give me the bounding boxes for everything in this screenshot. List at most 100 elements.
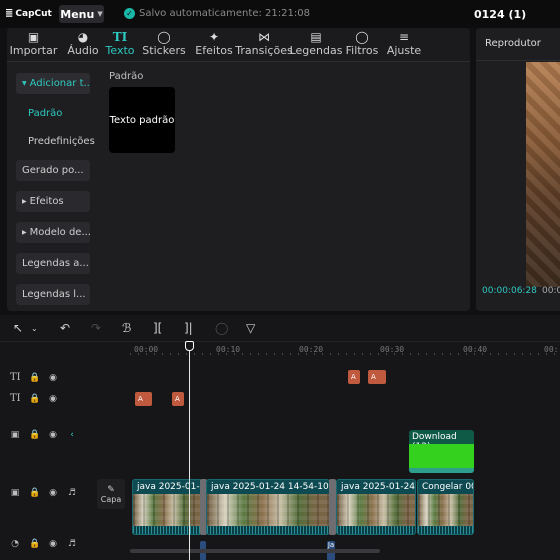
triangle-down-icon: ▼ — [22, 80, 27, 87]
default-text-card-label: Texto padrão — [109, 114, 175, 126]
timeline-scrollbar[interactable] — [130, 549, 380, 553]
lock-icon[interactable]: 🔒 — [29, 539, 40, 549]
menu-label: Menu — [60, 7, 95, 21]
tab-stickers-label: Stickers — [142, 44, 186, 57]
delete-right-icon[interactable]: ]| — [184, 321, 193, 335]
project-name[interactable]: 0124 (1) — [474, 8, 526, 21]
category-generated[interactable]: Gerado po... — [16, 160, 90, 181]
video-clip-waveform — [207, 526, 329, 534]
ruler-label: 00:10 — [216, 345, 241, 354]
section-title: Padrão — [109, 71, 144, 82]
video-clip-waveform — [418, 526, 473, 534]
category-add-text[interactable]: ▼ Adicionar t... — [16, 73, 90, 94]
eye-icon[interactable]: ◉ — [48, 373, 58, 383]
chevron-down-icon: ▼ — [97, 10, 103, 18]
tab-filters[interactable]: ◯ Filtros — [345, 30, 379, 62]
audio-waveform-icon[interactable]: ‹ — [67, 430, 77, 440]
tab-effects[interactable]: ✦ Efeitos — [195, 30, 233, 62]
playhead-handle[interactable] — [185, 341, 194, 351]
tab-effects-label: Efeitos — [195, 44, 233, 57]
lock-icon[interactable]: 🔒 — [29, 488, 40, 498]
tab-text[interactable]: TI Texto — [106, 30, 135, 62]
import-icon: ▣ — [27, 30, 40, 44]
ruler-label: 00:30 — [380, 345, 405, 354]
category-captions-l[interactable]: Legendas l... — [16, 284, 90, 305]
text-track-2-header: TI 🔒 ◉ — [10, 393, 58, 404]
text-clip[interactable]: A — [135, 392, 152, 406]
category-captions-a[interactable]: Legendas a... — [16, 253, 90, 274]
select-cursor-icon[interactable]: ↖ — [13, 321, 23, 335]
audio-icon: ◕ — [77, 30, 89, 44]
eye-icon[interactable]: ◉ — [48, 430, 58, 440]
tab-transitions-label: Transições — [235, 44, 293, 57]
video-clip-waveform — [133, 526, 201, 534]
lock-icon[interactable]: 🔒 — [29, 430, 40, 440]
overlay-clip-download[interactable]: Download (12). — [409, 430, 474, 473]
text-clip[interactable]: A — [368, 370, 386, 384]
tab-stickers[interactable]: ◯ Stickers — [142, 30, 186, 62]
video-clip[interactable]: java 2025-01-24 — [132, 479, 202, 535]
video-clip-thumbnails — [418, 494, 473, 528]
marker-icon[interactable]: ▽ — [246, 321, 255, 335]
freeze-icon[interactable]: ◯ — [215, 321, 228, 335]
category-default[interactable]: Padrão — [16, 103, 90, 124]
redo-icon[interactable]: ↷ — [91, 321, 101, 335]
total-timecode: 00:00 — [542, 286, 560, 296]
autosave-status: ✓ Salvo automaticamente: 21:21:08 — [124, 8, 310, 19]
lock-icon[interactable]: 🔒 — [29, 373, 40, 383]
tab-transitions[interactable]: ⋈ Transições — [235, 30, 292, 62]
eye-icon[interactable]: ◉ — [48, 394, 58, 404]
category-effects[interactable]: ▶ Efeitos — [16, 191, 90, 212]
text-clip[interactable]: A — [348, 370, 360, 384]
timeline-ruler[interactable]: 00:00 00:10 00:20 00:30 00:40 00: — [130, 342, 560, 358]
tab-import-label: Importar — [9, 44, 58, 57]
triangle-right-icon: ▶ — [22, 229, 27, 236]
text-track-icon: TI — [10, 393, 21, 404]
ruler-label: 00:00 — [134, 345, 159, 354]
adjust-icon: ≡ — [398, 30, 410, 44]
chevron-down-icon[interactable]: ⌄ — [31, 324, 38, 333]
cover-button[interactable]: ✎ Capa — [97, 479, 125, 509]
delete-left-icon[interactable]: ][ — [153, 321, 162, 335]
tab-audio[interactable]: ◕ Áudio — [66, 30, 100, 62]
eye-icon[interactable]: ◉ — [48, 488, 58, 498]
text-clip-label: A — [371, 373, 376, 381]
video-preview[interactable] — [526, 62, 560, 287]
playhead-line[interactable] — [189, 343, 190, 560]
speaker-icon[interactable]: ♬ — [67, 488, 77, 498]
category-generated-label: Gerado po... — [22, 165, 84, 176]
tab-audio-label: Áudio — [67, 44, 99, 57]
speaker-icon[interactable]: ♬ — [67, 539, 77, 549]
category-templates[interactable]: ▶ Modelo de... — [16, 222, 90, 243]
ruler-label: 00:40 — [463, 345, 488, 354]
category-presets[interactable]: Predefinições — [16, 131, 104, 152]
video-track-icon: ▣ — [10, 430, 20, 440]
category-add-text-label: Adicionar t... — [29, 78, 90, 89]
video-clip[interactable]: java 2025-01-24 14-54-10-526 — [206, 479, 330, 535]
timeline-toolbar: ↖ ⌄ ↶ ↷ ℬ ][ ]| ◯ ▽ — [0, 315, 560, 342]
tab-captions[interactable]: ▤ Legendas — [290, 30, 343, 62]
transition-handle[interactable] — [329, 479, 336, 535]
filters-icon: ◯ — [355, 30, 369, 44]
split-icon[interactable]: ℬ — [122, 321, 131, 335]
default-text-card[interactable]: Texto padrão — [109, 87, 175, 153]
video-clip[interactable]: java 2025-01-24 14 — [336, 479, 416, 535]
text-clip-label: A — [175, 395, 180, 403]
text-clip-label: A — [351, 373, 356, 381]
category-presets-label: Predefinições — [28, 136, 95, 147]
capcut-window: ≣ CapCut Menu ▼ ✓ Salvo automaticamente:… — [0, 0, 560, 560]
menu-button[interactable]: Menu ▼ — [59, 5, 104, 23]
cover-label: Capa — [100, 494, 122, 504]
video-clip-thumbnails — [337, 494, 415, 528]
category-captions-l-label: Legendas l... — [22, 289, 86, 300]
lock-icon[interactable]: 🔒 — [29, 394, 40, 404]
audio-track-icon: ◔ — [11, 539, 19, 549]
text-icon: TI — [112, 30, 128, 44]
text-clip[interactable]: A — [172, 392, 184, 406]
tab-adjust[interactable]: ≡ Ajuste — [387, 30, 421, 62]
tab-import[interactable]: ▣ Importar — [9, 30, 58, 62]
eye-icon[interactable]: ◉ — [48, 539, 58, 549]
undo-icon[interactable]: ↶ — [60, 321, 70, 335]
video-track-icon: ▣ — [10, 488, 20, 498]
freeze-clip[interactable]: Congelar 00 — [417, 479, 474, 535]
